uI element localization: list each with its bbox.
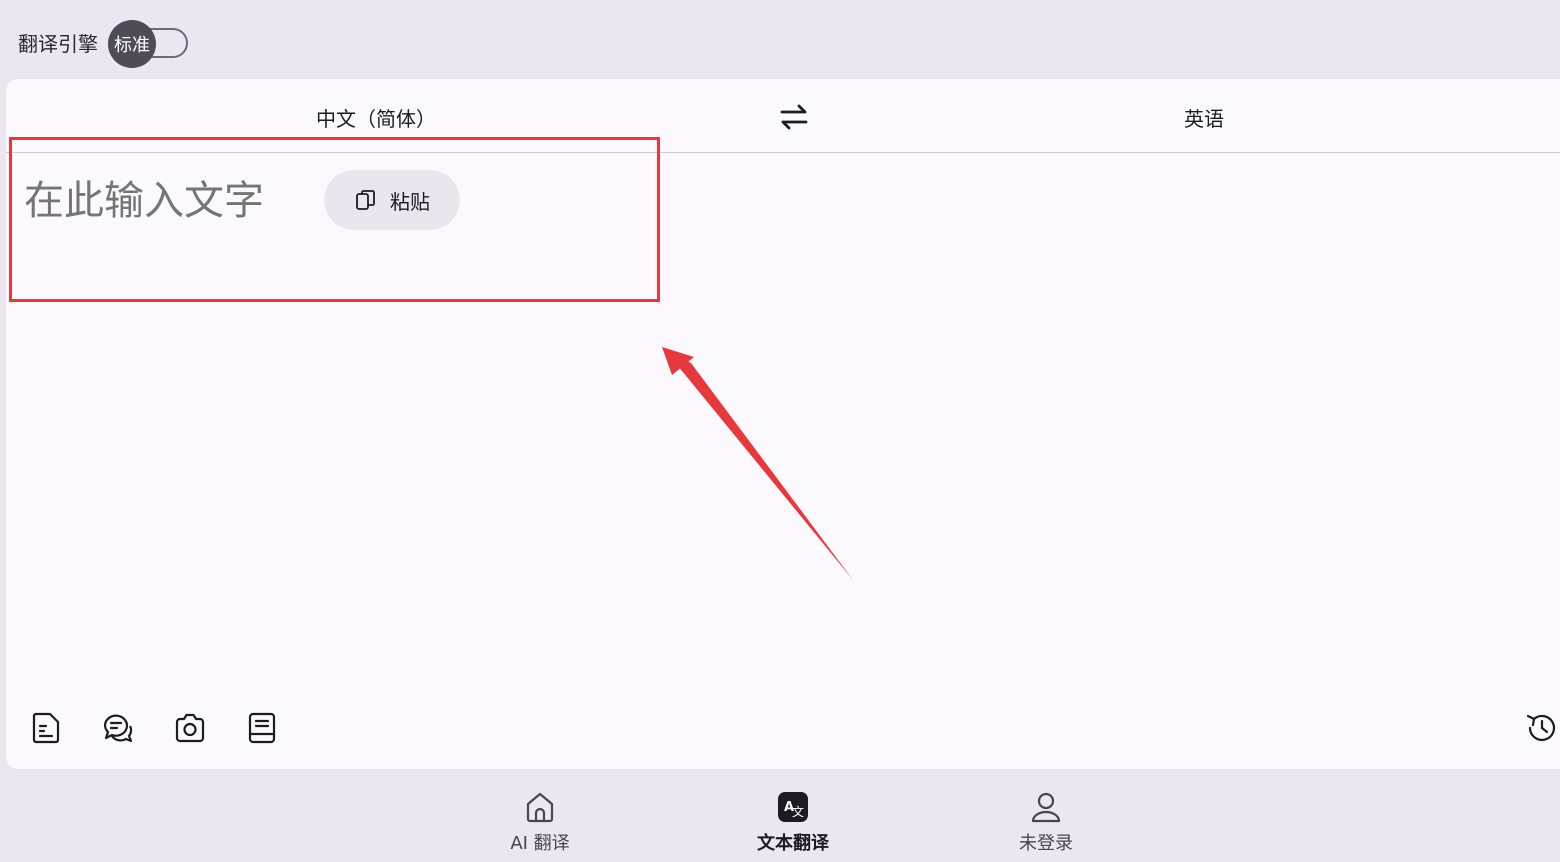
user-icon — [1031, 792, 1061, 823]
top-bar: 翻译引擎 标准 — [0, 0, 1560, 80]
svg-text:文: 文 — [792, 804, 804, 819]
nav-account[interactable]: 未登录 — [986, 789, 1106, 855]
clipboard-icon — [356, 190, 375, 210]
book-icon[interactable] — [244, 710, 280, 746]
engine-toggle-knob[interactable]: 标准 — [108, 20, 156, 68]
home-icon — [526, 792, 554, 823]
bottom-navigation: AI 翻译 A 文 文本翻译 未登录 — [0, 769, 1560, 862]
history-icon[interactable] — [1524, 710, 1560, 746]
swap-languages-icon[interactable] — [778, 101, 810, 133]
nav-account-label: 未登录 — [1019, 833, 1073, 854]
paste-button[interactable]: 粘贴 — [324, 170, 460, 230]
nav-ai-translate[interactable]: AI 翻译 — [480, 789, 600, 855]
engine-toggle[interactable]: 标准 — [108, 20, 188, 68]
target-language-button[interactable]: 英语 — [1184, 103, 1224, 132]
source-language-button[interactable]: 中文（简体） — [316, 103, 436, 132]
nav-ai-translate-label: AI 翻译 — [510, 833, 570, 854]
language-selector-row: 中文（简体） 英语 — [6, 79, 1560, 153]
chat-bubbles-icon[interactable] — [100, 710, 136, 746]
engine-label: 翻译引擎 — [18, 32, 98, 56]
translation-card: 中文（简体） 英语 粘贴 — [6, 79, 1560, 769]
source-text-input[interactable] — [24, 173, 314, 229]
translate-icon: A 文 — [778, 792, 808, 822]
paste-label: 粘贴 — [390, 189, 430, 214]
nav-text-translate-label: 文本翻译 — [757, 833, 829, 854]
camera-icon[interactable] — [172, 710, 208, 746]
document-icon[interactable] — [28, 710, 64, 746]
nav-text-translate[interactable]: A 文 文本翻译 — [733, 789, 853, 855]
